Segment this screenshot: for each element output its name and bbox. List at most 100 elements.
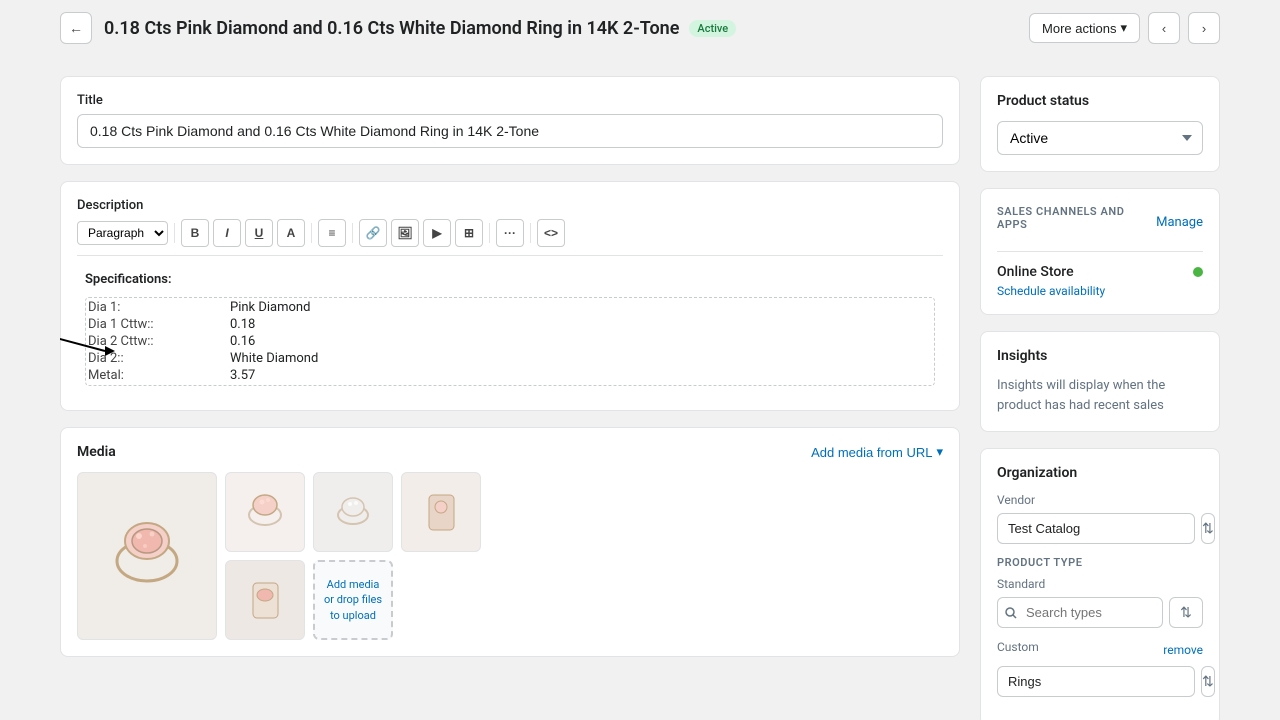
chevron-right-icon: ›: [1202, 21, 1206, 36]
page-title-area: 0.18 Cts Pink Diamond and 0.16 Cts White…: [104, 18, 1017, 39]
status-badge: Active: [689, 20, 736, 37]
align-button[interactable]: ≡: [318, 219, 346, 247]
schedule-link[interactable]: Schedule availability: [997, 284, 1203, 298]
title-card: Title: [60, 76, 960, 165]
ring-image-5: [238, 573, 293, 628]
chevron-down-icon: ▾: [1120, 20, 1127, 36]
main-content: All the attributes will be added at the …: [0, 56, 1280, 720]
video-button[interactable]: ▶: [423, 219, 451, 247]
more-actions-button[interactable]: More actions ▾: [1029, 13, 1140, 43]
back-icon: ←: [69, 20, 83, 36]
media-item-2[interactable]: [225, 472, 305, 552]
media-header: Media Add media from URL ▾: [77, 444, 943, 460]
underline-button[interactable]: U: [245, 219, 273, 247]
toolbar-separator-2: [311, 223, 312, 243]
product-status-title: Product status: [997, 93, 1203, 109]
sales-channels-label: SALES CHANNELS AND APPS: [997, 205, 1156, 231]
product-status-card: Product status Active Draft Archived: [980, 76, 1220, 172]
back-button[interactable]: ←: [60, 12, 92, 44]
media-grid: Add media or drop files to upload: [77, 472, 943, 640]
spec-row: Dia 2 Cttw:: 0.16: [88, 334, 932, 349]
spec-value: 0.16: [230, 334, 932, 349]
media-item-main[interactable]: [77, 472, 217, 640]
standard-label: Standard: [997, 577, 1203, 591]
add-media-drop-zone[interactable]: Add media or drop files to upload: [313, 560, 393, 640]
toolbar-separator-1: [174, 223, 175, 243]
description-label: Description: [77, 198, 943, 213]
organization-card: Organization Vendor ⇅ PRODUCT TYPE Stand…: [980, 448, 1220, 720]
ring-image-1: [97, 506, 197, 606]
description-card: Description Paragraph B I U A ≡ 🔗 🖼 ▶: [60, 181, 960, 411]
specs-title: Specifications:: [85, 272, 935, 287]
type-arrow-button[interactable]: ⇅: [1169, 597, 1203, 628]
toolbar-separator-4: [489, 223, 490, 243]
custom-arrow-button[interactable]: ⇅: [1201, 666, 1215, 697]
search-type-row: ⇅: [997, 597, 1203, 628]
media-item-4[interactable]: [401, 472, 481, 552]
vendor-section: Vendor ⇅: [997, 493, 1203, 544]
spec-key: Dia 1:: [88, 300, 228, 315]
toolbar-separator-3: [352, 223, 353, 243]
link-button[interactable]: 🔗: [359, 219, 387, 247]
vendor-row: ⇅: [997, 513, 1203, 544]
description-content[interactable]: Specifications: Dia 1: Pink Diamond Dia …: [77, 264, 943, 394]
product-status-select[interactable]: Active Draft Archived: [997, 121, 1203, 155]
custom-section: Custom remove ⇅: [997, 640, 1203, 697]
organization-title: Organization: [997, 465, 1203, 481]
search-types-wrap: [997, 597, 1163, 628]
next-nav-button[interactable]: ›: [1188, 12, 1220, 44]
remove-link[interactable]: remove: [1163, 643, 1203, 657]
image-button[interactable]: 🖼: [391, 219, 419, 247]
table-button[interactable]: ⊞: [455, 219, 483, 247]
search-types-input[interactable]: [997, 597, 1163, 628]
header-actions: More actions ▾ ‹ ›: [1029, 12, 1220, 44]
channels-header: SALES CHANNELS AND APPS Manage: [997, 205, 1203, 239]
custom-value-row: ⇅: [997, 666, 1203, 697]
specs-table: Dia 1: Pink Diamond Dia 1 Cttw:: 0.18 Di…: [85, 297, 935, 386]
spec-value: 3.57: [230, 368, 932, 383]
title-label: Title: [77, 93, 943, 108]
spec-row: Dia 2:: White Diamond: [88, 351, 932, 366]
media-item-5[interactable]: [225, 560, 305, 640]
spec-value: White Diamond: [230, 351, 932, 366]
channel-row: Online Store: [997, 264, 1203, 280]
custom-type-input[interactable]: [997, 666, 1195, 697]
chevron-left-icon: ‹: [1162, 21, 1166, 36]
text-color-button[interactable]: A: [277, 219, 305, 247]
bold-button[interactable]: B: [181, 219, 209, 247]
media-card: Media Add media from URL ▾: [60, 427, 960, 657]
media-title: Media: [77, 444, 116, 460]
vendor-label: Vendor: [997, 493, 1203, 507]
spec-row: Dia 1 Cttw:: 0.18: [88, 317, 932, 332]
ring-image-3: [326, 485, 381, 540]
page-wrapper: ← 0.18 Cts Pink Diamond and 0.16 Cts Whi…: [0, 0, 1280, 720]
left-column: All the attributes will be added at the …: [60, 76, 960, 720]
annotation-arrow-icon: [60, 326, 120, 356]
spec-value: Pink Diamond: [230, 300, 932, 315]
prev-nav-button[interactable]: ‹: [1148, 12, 1180, 44]
custom-label-row: Custom remove: [997, 640, 1203, 660]
manage-link[interactable]: Manage: [1156, 215, 1203, 230]
media-item-3[interactable]: [313, 472, 393, 552]
title-input[interactable]: [77, 114, 943, 148]
divider-1: [997, 251, 1203, 252]
code-button[interactable]: <>: [537, 219, 565, 247]
page-title: 0.18 Cts Pink Diamond and 0.16 Cts White…: [104, 18, 679, 39]
chevron-down-icon: ▾: [936, 444, 943, 460]
insights-text: Insights will display when the product h…: [997, 378, 1165, 413]
custom-label: Custom: [997, 640, 1039, 654]
vendor-input[interactable]: [997, 513, 1195, 544]
product-type-section: PRODUCT TYPE Standard ⇅: [997, 556, 1203, 628]
add-media-url-button[interactable]: Add media from URL ▾: [811, 444, 943, 460]
spec-row: Dia 1: Pink Diamond: [88, 300, 932, 315]
vendor-arrow-button[interactable]: ⇅: [1201, 513, 1215, 544]
spec-row: Metal: 3.57: [88, 368, 932, 383]
more-button[interactable]: ···: [496, 219, 524, 247]
insights-title: Insights: [997, 348, 1203, 364]
italic-button[interactable]: I: [213, 219, 241, 247]
ring-image-4: [414, 485, 469, 540]
sales-channels-card: SALES CHANNELS AND APPS Manage Online St…: [980, 188, 1220, 315]
paragraph-select[interactable]: Paragraph: [77, 221, 168, 245]
search-icon: [1005, 607, 1017, 619]
product-type-label: PRODUCT TYPE: [997, 556, 1203, 569]
